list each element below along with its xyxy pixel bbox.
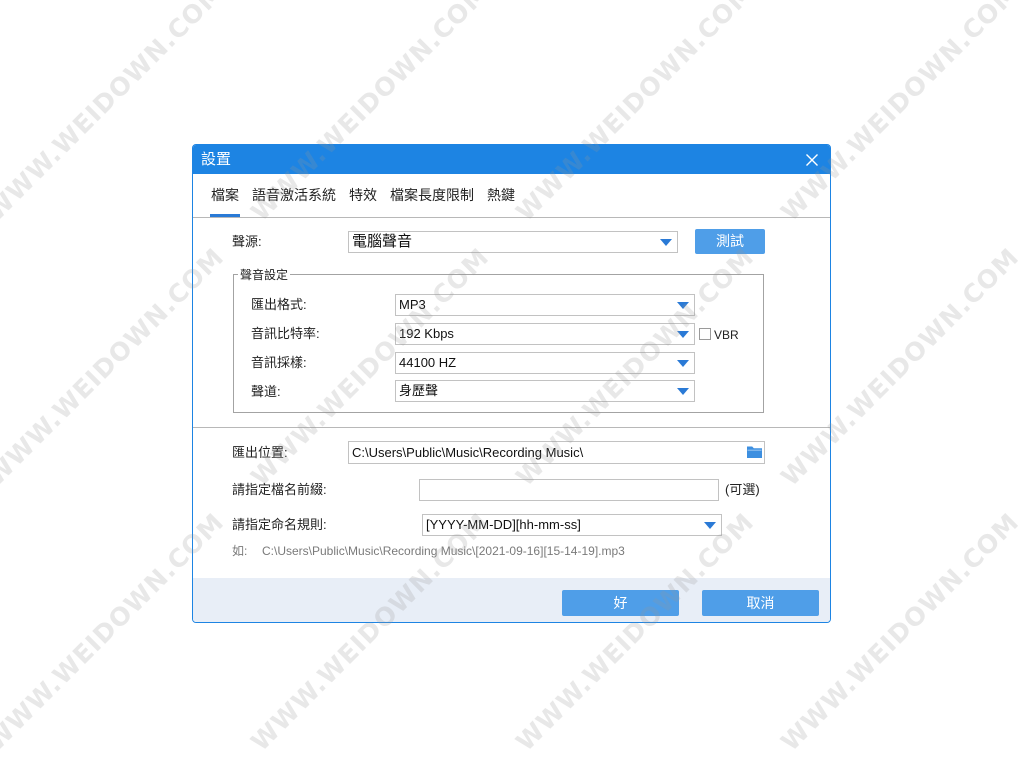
tab-divider bbox=[193, 217, 830, 218]
close-icon[interactable] bbox=[805, 153, 819, 167]
bitrate-value: 192 Kbps bbox=[399, 326, 454, 341]
naming-rule-value: [YYYY-MM-DD][hh-mm-ss] bbox=[426, 517, 581, 532]
chevron-down-icon bbox=[677, 388, 689, 395]
test-button[interactable]: 測試 bbox=[695, 229, 765, 254]
chevron-down-icon bbox=[660, 239, 672, 246]
output-location-label: 匯出位置: bbox=[232, 445, 288, 460]
source-value: 電腦聲音 bbox=[352, 233, 413, 250]
tab-length-limit[interactable]: 檔案長度限制 bbox=[390, 186, 474, 204]
title-bar: 設置 bbox=[193, 145, 830, 174]
source-label: 聲源: bbox=[232, 234, 262, 249]
chevron-down-icon bbox=[677, 302, 689, 309]
tab-effects[interactable]: 特效 bbox=[349, 186, 377, 204]
sound-settings-legend: 聲音設定 bbox=[238, 267, 291, 283]
naming-rule-dropdown[interactable]: [YYYY-MM-DD][hh-mm-ss] bbox=[422, 514, 722, 536]
vbr-checkbox[interactable] bbox=[699, 328, 711, 340]
tab-voice-activation[interactable]: 語音激活系統 bbox=[252, 186, 336, 204]
tab-file[interactable]: 檔案 bbox=[210, 186, 240, 217]
sample-rate-label: 音訊採樣: bbox=[251, 355, 307, 370]
output-location-input[interactable] bbox=[348, 441, 765, 464]
naming-rule-label: 請指定命名規則: bbox=[232, 517, 327, 532]
chevron-down-icon bbox=[677, 331, 689, 338]
prefix-optional-label: (可選) bbox=[725, 482, 760, 497]
chevron-down-icon bbox=[677, 360, 689, 367]
source-dropdown[interactable]: 電腦聲音 bbox=[348, 231, 678, 253]
prefix-input[interactable] bbox=[419, 479, 719, 501]
channel-value: 身歷聲 bbox=[399, 383, 439, 398]
prefix-label: 請指定檔名前綴: bbox=[232, 482, 327, 497]
sample-rate-dropdown[interactable]: 44100 HZ bbox=[395, 352, 695, 374]
section-divider bbox=[193, 427, 830, 428]
dialog-title: 設置 bbox=[201, 151, 232, 168]
bitrate-label: 音訊比特率: bbox=[251, 326, 320, 341]
example-label: 如: bbox=[232, 544, 248, 558]
sample-rate-value: 44100 HZ bbox=[399, 355, 457, 370]
channel-label: 聲道: bbox=[251, 384, 281, 399]
settings-dialog: 設置 檔案 語音激活系統 特效 檔案長度限制 熱鍵 聲源: 電腦聲音 測試 聲音… bbox=[192, 144, 831, 623]
channel-dropdown[interactable]: 身歷聲 bbox=[395, 380, 695, 402]
vbr-label: VBR bbox=[714, 328, 739, 342]
example-path: C:\Users\Public\Music\Recording Music\[2… bbox=[262, 544, 625, 558]
format-dropdown[interactable]: MP3 bbox=[395, 294, 695, 316]
chevron-down-icon bbox=[704, 522, 716, 529]
cancel-button[interactable]: 取消 bbox=[702, 590, 819, 616]
tab-hotkeys[interactable]: 熱鍵 bbox=[487, 186, 515, 204]
bitrate-dropdown[interactable]: 192 Kbps bbox=[395, 323, 695, 345]
format-value: MP3 bbox=[399, 297, 426, 312]
format-label: 匯出格式: bbox=[251, 297, 307, 312]
folder-icon[interactable] bbox=[746, 445, 763, 459]
ok-button[interactable]: 好 bbox=[562, 590, 679, 616]
